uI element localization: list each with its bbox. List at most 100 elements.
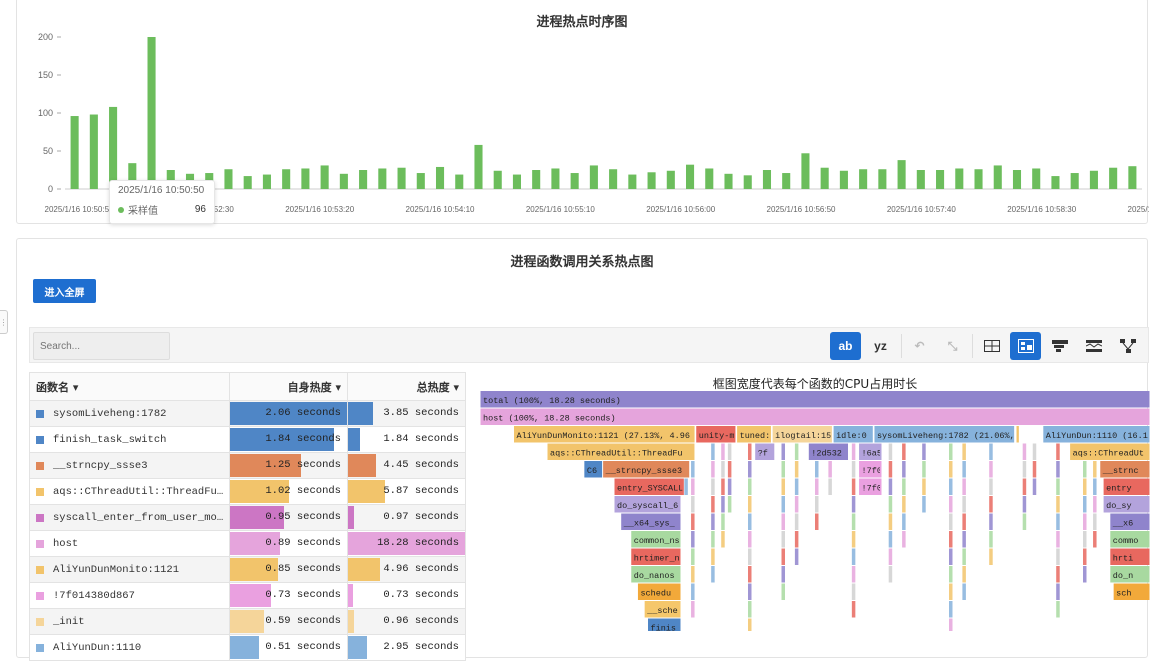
flame-tail-frame[interactable] [781,461,786,478]
flame-tail-frame[interactable] [1093,461,1097,478]
fullscreen-button[interactable]: 进入全屏 [33,279,96,303]
flame-tail-frame[interactable] [851,548,856,566]
flame-tail-frame[interactable] [781,531,786,548]
flame-tail-frame[interactable] [1022,461,1027,478]
flame-tail-frame[interactable] [888,513,893,531]
flame-tail-frame[interactable] [711,496,715,513]
flame-tail-frame[interactable] [781,443,786,461]
chart-bar[interactable] [801,153,810,189]
flame-tail-frame[interactable] [711,478,715,496]
chart-bar[interactable] [936,170,945,189]
flame-tail-frame[interactable] [815,496,819,513]
flame-frame[interactable]: do_n [1110,566,1150,583]
flame-tail-frame[interactable] [1056,531,1060,548]
flame-frame[interactable]: AliYunDunMonito:1121 (27.13%, 4.96 s [514,426,700,443]
flame-tail-frame[interactable] [748,548,752,566]
split-view-icon[interactable] [1010,332,1041,360]
flame-tail-frame[interactable] [684,478,688,496]
flame-tail-frame[interactable] [815,478,819,496]
flame-tail-frame[interactable] [1093,478,1097,496]
flame-tail-frame[interactable] [691,513,695,531]
flame-frame[interactable]: C6 [584,461,603,478]
flame-tail-frame[interactable] [949,583,953,601]
flame-tail-frame[interactable] [888,443,893,461]
flame-tail-frame[interactable] [781,583,786,601]
flame-tail-frame[interactable] [851,531,856,548]
flame-tail-frame[interactable] [711,566,715,583]
flame-tail-frame[interactable] [888,566,893,583]
flame-tail-frame[interactable] [962,583,966,601]
flame-tail-frame[interactable] [962,548,966,566]
flame-tail-frame[interactable] [989,531,993,548]
chart-bar[interactable] [955,168,964,189]
flame-tail-frame[interactable] [748,566,752,583]
flame-tail-frame[interactable] [902,531,906,548]
flame-tail-frame[interactable] [949,566,953,583]
function-name-cell[interactable]: syscall_enter_from_user_mo… [29,504,230,531]
flame-tail-frame[interactable] [727,443,732,461]
chart-bar[interactable] [974,169,983,189]
flame-tail-frame[interactable] [794,513,799,531]
function-name-cell[interactable]: finish_task_switch [29,426,230,453]
flame-frame[interactable]: !2d532 [808,443,848,461]
graph-view-icon[interactable] [1112,332,1143,360]
chart-bar[interactable] [397,167,406,189]
chart-bar[interactable] [1128,166,1137,189]
flame-tail-frame[interactable] [949,531,953,548]
table-row[interactable]: __strncpy_ssse3 1.25 seconds 4.45 second… [29,452,466,479]
chart-bar[interactable] [609,169,618,189]
flame-tail-frame[interactable] [794,478,799,496]
flame-tail-frame[interactable] [989,496,993,513]
flame-tail-frame[interactable] [1083,478,1087,496]
flame-tail-frame[interactable] [1056,601,1060,618]
chart-bar[interactable] [570,173,579,189]
chart-bar[interactable] [647,172,656,189]
chart-bar[interactable] [705,168,714,189]
flame-tail-frame[interactable] [1022,443,1027,461]
flame-tail-frame[interactable] [794,461,799,478]
flame-tail-frame[interactable] [962,496,966,513]
flame-tail-frame[interactable] [922,461,926,478]
flame-tail-frame[interactable] [902,461,906,478]
flame-tail-frame[interactable] [721,443,725,461]
flame-frame[interactable] [1016,426,1019,443]
flame-tail-frame[interactable] [949,513,953,531]
table-row[interactable]: aqs::CThreadUtil::ThreadFu… 1.02 seconds… [29,478,466,505]
chart-bar[interactable] [359,170,368,189]
table-view-icon[interactable] [976,332,1007,360]
flame-frame[interactable]: !7f01 [859,461,887,478]
function-name-cell[interactable]: !7f014380d867 [29,582,230,609]
flame-tail-frame[interactable] [748,583,752,601]
flame-frame[interactable]: do_syscall_6 [614,496,681,513]
reset-icon[interactable]: ⤡ [937,332,968,360]
chart-bar[interactable] [109,106,118,189]
flame-tail-frame[interactable] [888,496,893,513]
chart-bar[interactable] [993,165,1002,189]
flame-frame[interactable]: __strnc [1100,461,1150,478]
flame-tail-frame[interactable] [721,531,725,548]
flame-frame[interactable]: ilogtail:150 [772,426,837,443]
flame-frame[interactable]: host (100%, 18.28 seconds) [480,408,1150,426]
flame-tail-frame[interactable] [781,496,786,513]
chart-bar[interactable] [224,169,233,189]
flame-tail-frame[interactable] [851,601,856,618]
flame-tail-frame[interactable] [711,548,715,566]
table-row[interactable]: syscall_enter_from_user_mo… 0.95 seconds… [29,504,466,531]
chart-bar[interactable] [262,174,271,189]
chart-bar[interactable] [282,169,291,189]
flame-tail-frame[interactable] [691,478,695,496]
chart-bar[interactable] [532,170,541,189]
chart-bar[interactable] [378,168,387,189]
chart-bar[interactable] [474,144,483,189]
chart-bar[interactable] [724,173,733,189]
function-name-cell[interactable]: AliYunDunMonito:1121 [29,556,230,583]
flame-tail-frame[interactable] [691,461,695,478]
flame-frame[interactable]: unity-mo [696,426,739,443]
flame-tail-frame[interactable] [748,531,752,548]
chart-bar[interactable] [89,114,98,189]
chart-bar[interactable] [782,173,791,189]
function-name-cell[interactable]: __strncpy_ssse3 [29,452,230,479]
chart-bar[interactable] [301,168,310,189]
flame-tail-frame[interactable] [781,478,786,496]
flame-tail-frame[interactable] [1056,583,1060,601]
